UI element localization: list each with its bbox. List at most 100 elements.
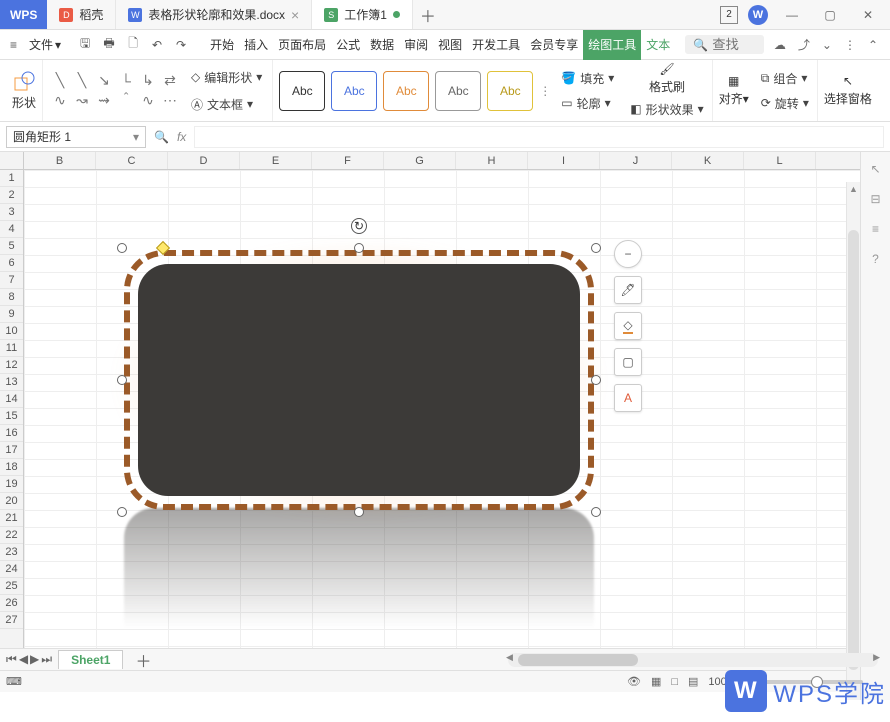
page-view-icon[interactable]: □: [671, 676, 678, 688]
float-effect-button[interactable]: ▢: [614, 348, 642, 376]
collapse-ribbon-icon[interactable]: ⌄: [822, 36, 832, 53]
row-header[interactable]: 2: [0, 187, 23, 204]
text-box-button[interactable]: Ⓐ 文本框 ▾: [187, 94, 266, 115]
style-more-icon[interactable]: ⋮: [539, 84, 551, 98]
align-button[interactable]: ▦ 对齐▾: [719, 74, 749, 107]
panel-toggle-icon[interactable]: ⌃: [868, 36, 878, 53]
minimize-button[interactable]: —: [778, 0, 806, 30]
scroll-thumb[interactable]: [848, 230, 859, 670]
doc-tab-word[interactable]: W 表格形状轮廓和效果.docx ×: [116, 0, 312, 29]
share-icon[interactable]: ⤴: [798, 36, 810, 53]
new-tab-button[interactable]: ＋: [413, 0, 443, 29]
row-header[interactable]: 12: [0, 357, 23, 374]
row-header[interactable]: 9: [0, 306, 23, 323]
col-header[interactable]: K: [672, 152, 744, 169]
col-header[interactable]: B: [24, 152, 96, 169]
resize-handle-e[interactable]: [591, 375, 601, 385]
sheet-last-icon[interactable]: ⏭: [41, 652, 52, 667]
zoom-knob[interactable]: [811, 676, 823, 688]
style-preset-4[interactable]: Abc: [435, 71, 481, 111]
status-mode-icon[interactable]: ⌨: [6, 675, 22, 688]
rounded-rectangle-shape[interactable]: [124, 250, 594, 510]
cloud-icon[interactable]: ☁: [774, 36, 786, 53]
vertical-scrollbar[interactable]: ▲: [846, 182, 860, 700]
tab-review[interactable]: 审阅: [399, 30, 433, 60]
row-header[interactable]: 6: [0, 255, 23, 272]
print-button[interactable]: 🖶: [99, 35, 119, 55]
close-icon[interactable]: ×: [291, 7, 299, 23]
layout-view-icon[interactable]: ▤: [688, 675, 698, 688]
row-header[interactable]: 10: [0, 323, 23, 340]
sheet-first-icon[interactable]: ⏮: [6, 652, 17, 667]
col-header[interactable]: G: [384, 152, 456, 169]
resize-handle-w[interactable]: [117, 375, 127, 385]
col-header[interactable]: F: [312, 152, 384, 169]
sheet-next-icon[interactable]: ▶: [30, 652, 39, 667]
row-header[interactable]: 3: [0, 204, 23, 221]
maximize-button[interactable]: ▢: [816, 0, 844, 30]
row-header[interactable]: 19: [0, 476, 23, 493]
scroll-track[interactable]: [847, 206, 860, 700]
hamburger-icon[interactable]: ≡: [4, 38, 23, 52]
tab-text[interactable]: 文本: [641, 30, 675, 60]
style-preset-1[interactable]: Abc: [279, 71, 325, 111]
calendar-icon[interactable]: 2: [720, 6, 738, 24]
close-button[interactable]: ✕: [854, 0, 882, 30]
more-shapes-icon[interactable]: ⋯: [159, 91, 181, 111]
insert-shape-button[interactable]: 形状: [12, 70, 36, 111]
col-header[interactable]: L: [744, 152, 816, 169]
normal-view-icon[interactable]: ▦: [651, 675, 661, 688]
pane-styles-icon[interactable]: ≡: [872, 222, 879, 236]
tab-view[interactable]: 视图: [433, 30, 467, 60]
resize-handle-s[interactable]: [354, 507, 364, 517]
rotate-handle[interactable]: [351, 218, 367, 234]
rotate-button[interactable]: ⟳旋转▾: [759, 93, 811, 114]
row-header[interactable]: 11: [0, 340, 23, 357]
float-fill-button[interactable]: 🖊: [614, 276, 642, 304]
sheet-prev-icon[interactable]: ◀: [19, 652, 28, 667]
row-header[interactable]: 15: [0, 408, 23, 425]
row-header[interactable]: 8: [0, 289, 23, 306]
zoom-out-button[interactable]: −: [747, 676, 753, 688]
row-header[interactable]: 1: [0, 170, 23, 187]
undo-button[interactable]: ↶: [147, 35, 167, 55]
freeform-icon[interactable]: ＾: [115, 91, 137, 111]
doc-tab-sheet[interactable]: S 工作簿1: [312, 0, 413, 29]
hscroll-right-icon[interactable]: ▶: [873, 652, 880, 663]
zoom-value[interactable]: 100%: [708, 676, 736, 688]
style-preset-5[interactable]: Abc: [487, 71, 533, 111]
fill-button[interactable]: 🪣填充▾: [559, 68, 616, 89]
col-header[interactable]: J: [600, 152, 672, 169]
row-header[interactable]: 13: [0, 374, 23, 391]
row-header[interactable]: 4: [0, 221, 23, 238]
curve-double-icon[interactable]: ⇝: [93, 91, 115, 111]
tab-insert[interactable]: 插入: [239, 30, 273, 60]
row-header[interactable]: 24: [0, 561, 23, 578]
line-icon[interactable]: ╲: [49, 71, 71, 91]
selection-pane-button[interactable]: ↖ 选择窗格: [824, 74, 872, 107]
redo-button[interactable]: ↷: [171, 35, 191, 55]
row-header[interactable]: 21: [0, 510, 23, 527]
tab-dev[interactable]: 开发工具: [467, 30, 525, 60]
account-icon[interactable]: W: [748, 5, 768, 25]
save-icon[interactable]: 🖫: [75, 35, 95, 55]
search-input[interactable]: [712, 37, 756, 52]
add-sheet-button[interactable]: ＋: [129, 648, 157, 672]
tab-data[interactable]: 数据: [365, 30, 399, 60]
resize-handle-ne[interactable]: [591, 243, 601, 253]
resize-handle-n[interactable]: [354, 243, 364, 253]
horizontal-scrollbar[interactable]: ◀ ▶: [508, 653, 878, 667]
float-text-button[interactable]: A: [614, 384, 642, 412]
scroll-up-icon[interactable]: ▲: [847, 182, 860, 196]
curve-icon[interactable]: ∿: [49, 91, 71, 111]
pane-settings-icon[interactable]: ⊟: [870, 192, 880, 206]
tab-start[interactable]: 开始: [205, 30, 239, 60]
style-preset-2[interactable]: Abc: [331, 71, 377, 111]
tab-drawing-tools[interactable]: 绘图工具: [583, 30, 641, 60]
hscroll-thumb[interactable]: [518, 654, 638, 666]
row-header[interactable]: 7: [0, 272, 23, 289]
arrow-icon[interactable]: ↘: [93, 71, 115, 91]
row-header[interactable]: 20: [0, 493, 23, 510]
cancel-formula-icon[interactable]: 🔍: [154, 130, 169, 144]
select-arrow-icon[interactable]: ↖: [870, 162, 880, 176]
